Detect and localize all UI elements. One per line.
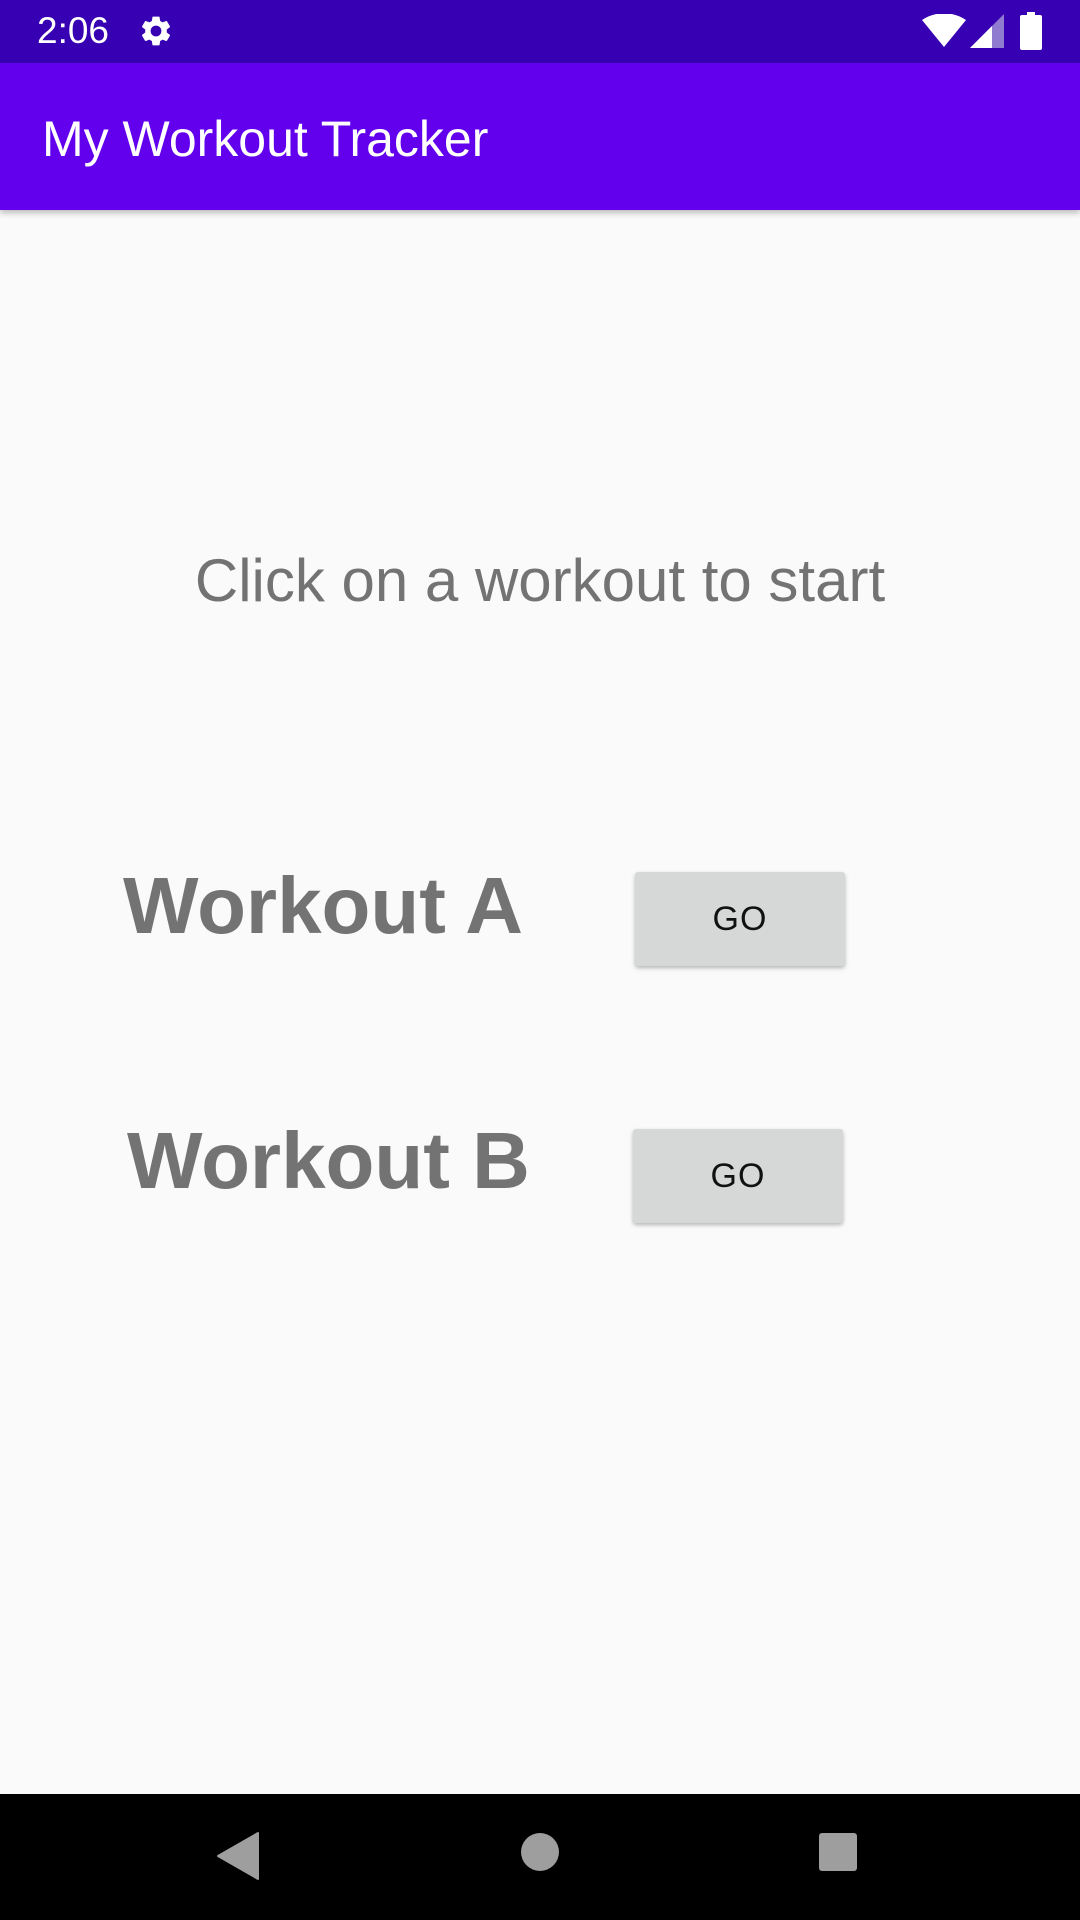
app-bar: My Workout Tracker [0, 63, 1080, 210]
gear-icon [141, 16, 171, 46]
recent-apps-icon[interactable] [818, 1832, 858, 1872]
wifi-icon [922, 14, 966, 47]
home-icon[interactable] [520, 1832, 560, 1872]
back-icon[interactable] [216, 1831, 260, 1881]
status-bar: 2:06 [0, 0, 1080, 63]
workout-a-label: Workout A [123, 861, 523, 950]
workout-b-go-button[interactable]: GO [633, 1129, 843, 1223]
workout-a-go-button[interactable]: GO [635, 872, 845, 966]
workout-b-label: Workout B [127, 1116, 530, 1205]
app-title: My Workout Tracker [42, 111, 489, 167]
signal-icon [970, 14, 1004, 48]
navigation-bar [0, 1794, 1080, 1920]
battery-icon [1020, 12, 1042, 50]
status-time: 2:06 [37, 10, 110, 51]
screen: 2:06 My Workout Tracker Click on a worko… [0, 0, 1080, 1920]
instruction-text: Click on a workout to start [194, 547, 886, 614]
